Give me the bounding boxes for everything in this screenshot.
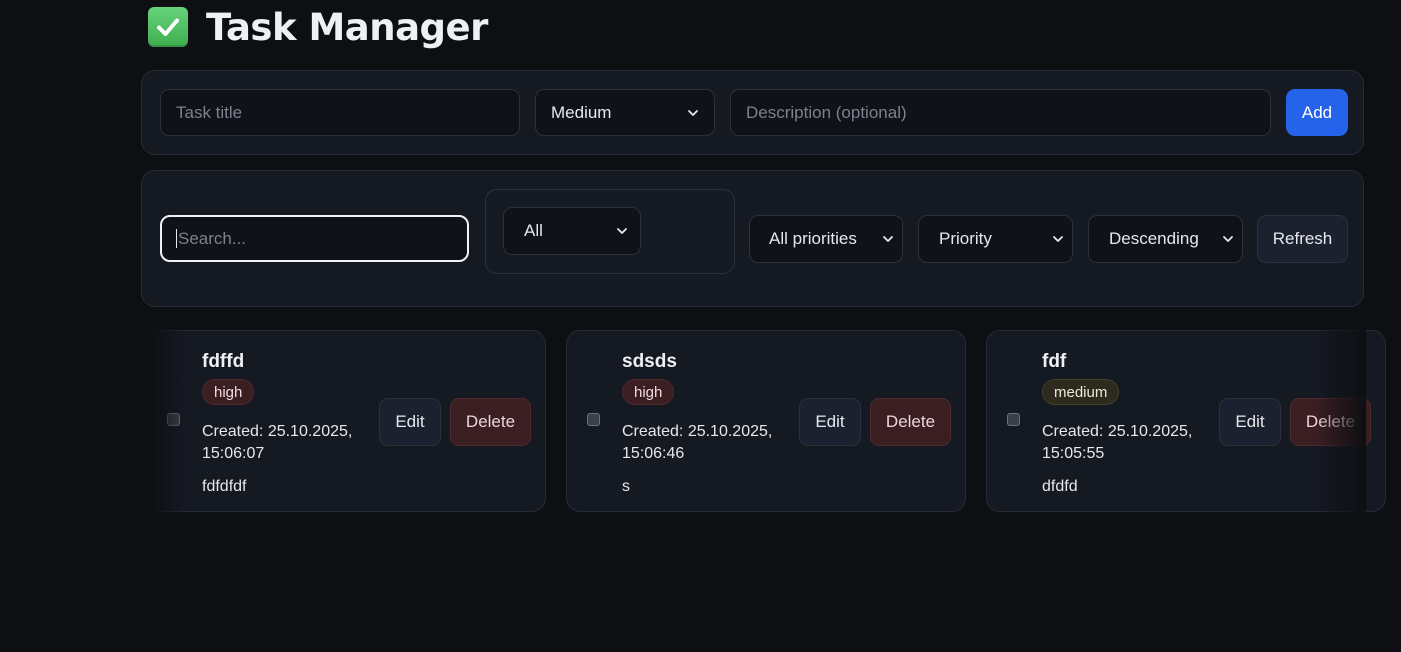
sort-order-select[interactable]: Descending xyxy=(1088,215,1243,263)
description-placeholder: Description (optional) xyxy=(746,102,907,122)
chevron-down-icon xyxy=(882,233,894,245)
refresh-button[interactable]: Refresh xyxy=(1257,215,1348,263)
description-input[interactable]: Description (optional) xyxy=(730,89,1271,136)
chevron-down-icon xyxy=(1222,233,1234,245)
sort-by-select[interactable]: Priority xyxy=(918,215,1073,263)
chevron-down-icon xyxy=(616,225,628,237)
task-card: fdf medium Created: 25.10.2025, 15:05:55… xyxy=(986,330,1386,512)
priority-badge: high xyxy=(622,379,675,405)
priority-select[interactable]: Medium xyxy=(535,89,715,136)
created-timestamp: Created: 25.10.2025, 15:06:46 xyxy=(622,421,782,465)
page-title: Task Manager xyxy=(206,5,488,49)
priority-filter-select[interactable]: All priorities xyxy=(749,215,903,263)
delete-button[interactable]: Delete xyxy=(870,398,951,446)
task-title: sdsds xyxy=(622,351,677,372)
task-list: fdffd high Created: 25.10.2025, 15:06:07… xyxy=(141,330,1386,512)
priority-filter-value: All priorities xyxy=(769,229,857,248)
created-time: 15:05:55 xyxy=(1042,445,1105,462)
task-title: fdffd xyxy=(202,351,245,372)
task-complete-checkbox[interactable] xyxy=(1007,413,1020,426)
status-filter-select[interactable]: All xyxy=(503,207,641,255)
task-title: fdf xyxy=(1042,351,1067,372)
chevron-down-icon xyxy=(1052,233,1064,245)
chevron-down-icon xyxy=(687,107,699,119)
task-title-input[interactable]: Task title xyxy=(160,89,520,136)
delete-button[interactable]: Delete xyxy=(1290,398,1371,446)
header: Task Manager xyxy=(141,0,1366,54)
task-complete-checkbox[interactable] xyxy=(587,413,600,426)
task-description: s xyxy=(622,478,630,495)
task-description: dfdfd xyxy=(1042,478,1078,495)
edit-button[interactable]: Edit xyxy=(1219,398,1281,446)
created-timestamp: Created: 25.10.2025, 15:05:55 xyxy=(1042,421,1202,465)
search-input[interactable]: Search... xyxy=(160,215,469,262)
task-card: fdffd high Created: 25.10.2025, 15:06:07… xyxy=(146,330,546,512)
priority-badge: high xyxy=(202,379,255,405)
edit-button[interactable]: Edit xyxy=(799,398,861,446)
text-cursor xyxy=(176,229,177,248)
edit-button[interactable]: Edit xyxy=(379,398,441,446)
created-time: 15:06:46 xyxy=(622,445,685,462)
status-filter-value: All xyxy=(524,221,543,240)
created-date: Created: 25.10.2025, xyxy=(622,423,773,440)
priority-select-value: Medium xyxy=(551,102,612,122)
task-complete-checkbox[interactable] xyxy=(167,413,180,426)
sort-order-value: Descending xyxy=(1109,229,1199,248)
created-timestamp: Created: 25.10.2025, 15:06:07 xyxy=(202,421,362,465)
created-date: Created: 25.10.2025, xyxy=(1042,423,1193,440)
created-time: 15:06:07 xyxy=(202,445,265,462)
task-manager-app: Task Manager Task title Medium Descripti… xyxy=(141,0,1386,512)
delete-button[interactable]: Delete xyxy=(450,398,531,446)
priority-badge: medium xyxy=(1042,379,1120,405)
filter-toolbar: Search... All All priorities Priority De… xyxy=(141,170,1364,307)
check-mark-button-icon xyxy=(148,7,188,47)
created-date: Created: 25.10.2025, xyxy=(202,423,353,440)
task-title-placeholder: Task title xyxy=(176,102,243,122)
add-task-form: Task title Medium Description (optional)… xyxy=(141,70,1364,155)
add-task-button[interactable]: Add xyxy=(1286,89,1348,136)
task-description: fdfdfdf xyxy=(202,478,247,495)
sort-by-value: Priority xyxy=(939,229,992,248)
search-placeholder: Search... xyxy=(178,228,247,248)
status-filter-group: All xyxy=(485,189,735,274)
task-card: sdsds high Created: 25.10.2025, 15:06:46… xyxy=(566,330,966,512)
